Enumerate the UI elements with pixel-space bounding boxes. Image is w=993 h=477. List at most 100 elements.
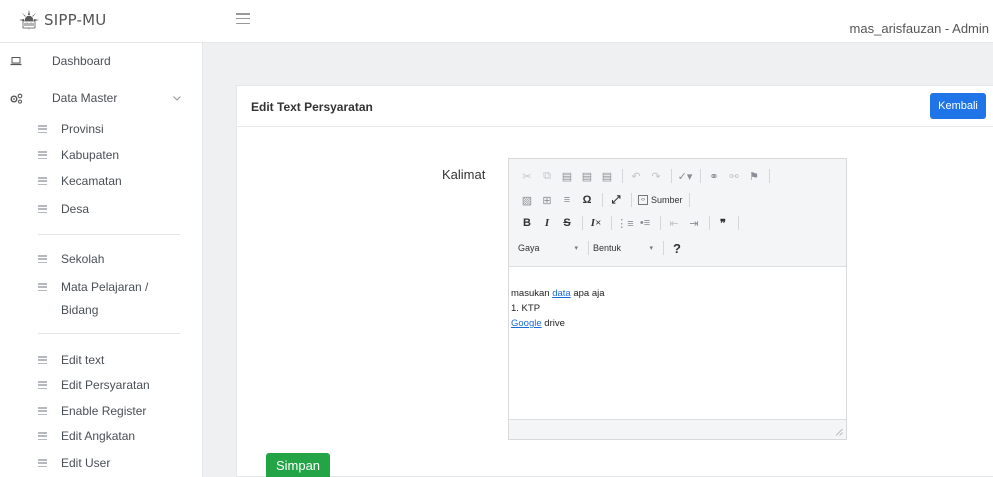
edit-card: Edit Text Persyaratan Kembali Kalimat ✂ … [236, 85, 993, 477]
toolbar-separator [663, 241, 664, 255]
toolbar-separator [769, 169, 770, 183]
remove-format-icon[interactable]: I× [587, 214, 605, 232]
help-icon[interactable]: ? [668, 239, 686, 257]
sidebar-item-data-master[interactable]: Data Master [0, 85, 203, 111]
list-icon [38, 381, 47, 389]
data-link[interactable]: data [552, 288, 571, 299]
numbered-list-icon[interactable]: ⋮≡ [616, 214, 634, 232]
editor-content[interactable]: masukan data apa aja 1. KTP Google drive [509, 267, 846, 419]
sidebar-item-edit-text[interactable]: Edit text [0, 349, 203, 371]
google-link[interactable]: Google [511, 318, 542, 329]
editor-toolbar: ✂ ⧉ ▤ ▤ ▤ ↶ ↷ ✓▾ ⚭ ⚯ ⚑ ▨ ⊞ ≡ Ω ⤢ ‹› Sumb… [509, 159, 846, 267]
sidebar-divider [38, 234, 180, 235]
toolbar-separator [582, 216, 583, 230]
chevron-down-icon[interactable] [172, 93, 182, 103]
list-icon [38, 255, 47, 263]
copy-icon[interactable]: ⧉ [538, 167, 556, 185]
content-text: masukan [511, 288, 553, 299]
muhammadiyah-logo-icon [19, 10, 39, 30]
sidebar-item-label: Edit User [61, 456, 111, 470]
app-name: SIPP-MU [44, 11, 107, 29]
rich-text-editor: ✂ ⧉ ▤ ▤ ▤ ↶ ↷ ✓▾ ⚭ ⚯ ⚑ ▨ ⊞ ≡ Ω ⤢ ‹› Sumb… [508, 158, 847, 440]
sidebar-item-mata-pelajaran[interactable]: Mata Pelajaran / [0, 276, 203, 298]
sidebar-item-desa[interactable]: Desa [0, 198, 203, 220]
toolbar-row-1: ✂ ⧉ ▤ ▤ ▤ ↶ ↷ ✓▾ ⚭ ⚯ ⚑ [518, 166, 774, 186]
sidebar-item-label: Provinsi [61, 122, 104, 136]
toolbar-separator [671, 169, 672, 183]
toolbar-separator [688, 193, 690, 207]
toolbar-separator [660, 216, 661, 230]
special-char-icon[interactable]: Ω [578, 191, 596, 209]
sidebar-item-label: Edit text [61, 353, 105, 367]
kalimat-label: Kalimat [442, 167, 486, 182]
sidebar-item-kabupaten[interactable]: Kabupaten [0, 144, 203, 166]
sidebar-item-sekolah[interactable]: Sekolah [0, 248, 203, 270]
toolbar-separator [709, 216, 710, 230]
unlink-icon[interactable]: ⚯ [725, 167, 743, 185]
undo-icon[interactable]: ↶ [627, 167, 645, 185]
content-text: apa aja [570, 288, 605, 299]
sidebar-item-label: Dashboard [52, 54, 111, 68]
brand[interactable]: SIPP-MU [18, 9, 106, 31]
toolbar-separator [700, 169, 701, 183]
list-icon [38, 125, 47, 133]
paste-icon[interactable]: ▤ [558, 167, 576, 185]
format-dropdown[interactable]: Bentuk ▾ [593, 239, 659, 257]
sidebar-item-provinsi[interactable]: Provinsi [0, 118, 203, 140]
list-icon [38, 432, 47, 440]
sidebar-item-label: Enable Register [61, 404, 147, 418]
user-menu[interactable]: mas_arisfauzan - Admin [850, 21, 989, 36]
sidebar-item-label: Bidang [61, 303, 99, 317]
style-dropdown[interactable]: Gaya ▾ [518, 239, 584, 257]
sidebar-item-kecamatan[interactable]: Kecamatan [0, 170, 203, 192]
image-icon[interactable]: ▨ [518, 191, 536, 209]
back-button[interactable]: Kembali [930, 93, 986, 119]
paste-text-icon[interactable]: ▤ [578, 167, 596, 185]
sidebar-item-edit-persyaratan[interactable]: Edit Persyaratan [0, 374, 203, 396]
sidebar-item-dashboard[interactable]: Dashboard [0, 48, 203, 74]
sidebar-item-edit-angkatan[interactable]: Edit Angkatan [0, 425, 203, 447]
blockquote-icon[interactable]: ❞ [714, 214, 732, 232]
sidebar-item-label: Edit Persyaratan [61, 378, 150, 392]
sidebar-item-edit-user[interactable]: Edit User [0, 452, 203, 474]
redo-icon[interactable]: ↷ [647, 167, 665, 185]
spellcheck-icon[interactable]: ✓▾ [676, 167, 694, 185]
menu-toggle-icon[interactable] [236, 13, 250, 24]
indent-icon[interactable]: ⇥ [685, 214, 703, 232]
paste-word-icon[interactable]: ▤ [598, 167, 616, 185]
sidebar-item-label: Mata Pelajaran / [61, 280, 149, 294]
anchor-flag-icon[interactable]: ⚑ [745, 167, 763, 185]
strikethrough-icon[interactable]: S [558, 214, 576, 232]
save-button[interactable]: Simpan [266, 453, 330, 477]
italic-icon[interactable]: I [538, 214, 556, 232]
table-icon[interactable]: ⊞ [538, 191, 556, 209]
toolbar-row-4: Gaya ▾ Bentuk ▾ ? [518, 238, 688, 258]
source-button[interactable]: ‹› Sumber [636, 191, 685, 209]
resize-grip-icon[interactable] [835, 428, 843, 436]
list-icon [38, 283, 47, 291]
cut-icon[interactable]: ✂ [518, 167, 536, 185]
cogs-icon [9, 91, 23, 105]
source-icon: ‹› [638, 195, 648, 205]
outdent-icon[interactable]: ⇤ [665, 214, 683, 232]
list-icon [38, 407, 47, 415]
toolbar-separator [611, 216, 612, 230]
format-dropdown-label: Bentuk [593, 243, 622, 253]
style-dropdown-label: Gaya [518, 243, 540, 253]
link-icon[interactable]: ⚭ [705, 167, 723, 185]
toolbar-separator [738, 216, 739, 230]
horizontal-line-icon[interactable]: ≡ [558, 191, 576, 209]
maximize-icon[interactable]: ⤢ [607, 191, 625, 209]
caret-down-icon: ▾ [649, 245, 653, 252]
toolbar-separator [588, 241, 589, 255]
sidebar-item-mata-pelajaran-line2[interactable]: Bidang [0, 299, 203, 321]
bold-icon[interactable]: B [518, 214, 536, 232]
toolbar-separator [602, 193, 603, 207]
content-text: drive [541, 318, 565, 329]
sidebar-item-label: Kecamatan [61, 174, 122, 188]
bulleted-list-icon[interactable]: •≡ [636, 214, 654, 232]
list-icon [38, 205, 47, 213]
sidebar-item-enable-register[interactable]: Enable Register [0, 400, 203, 422]
top-bar: SIPP-MU mas_arisfauzan - Admin [0, 0, 993, 43]
sidebar-divider [38, 333, 180, 334]
